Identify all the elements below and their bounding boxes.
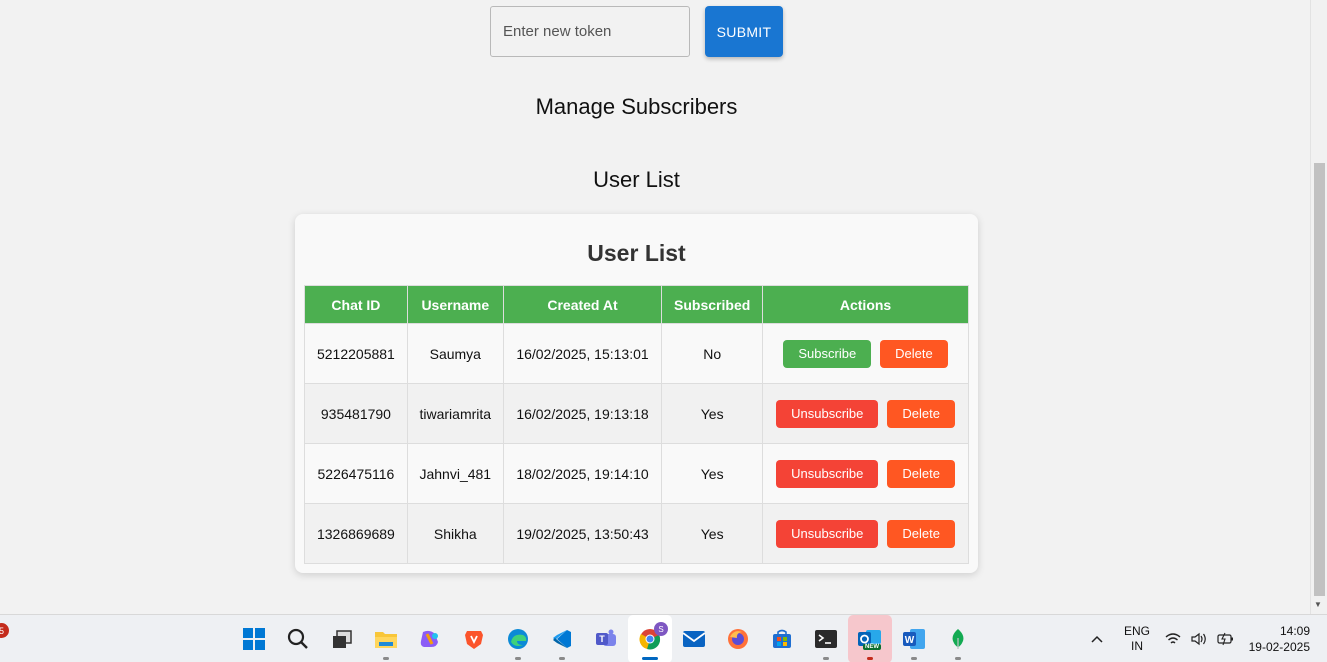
username-cell: Jahnvi_481 — [406, 443, 504, 504]
notification-badge: 5 — [0, 623, 9, 638]
table-row: 935481790 tiwariamrita 16/02/2025, 19:13… — [304, 383, 969, 444]
svg-text:W: W — [905, 635, 915, 646]
subscribed-cell: No — [661, 323, 764, 384]
created-at-cell: 16/02/2025, 19:13:18 — [502, 383, 663, 444]
table-row: 5212205881 Saumya 16/02/2025, 15:13:01 N… — [304, 323, 969, 384]
file-explorer-icon[interactable] — [364, 615, 408, 662]
windows-start-icon[interactable] — [232, 615, 276, 662]
running-indicator — [867, 657, 873, 660]
unsubscribe-button[interactable]: Unsubscribe — [776, 459, 879, 488]
chrome-profile-badge: S — [654, 622, 668, 636]
widgets-area[interactable]: 5 — [0, 615, 10, 662]
user-table: Chat ID Username Created At Subscribed A… — [304, 285, 969, 564]
unsubscribe-button[interactable]: Unsubscribe — [776, 519, 879, 548]
created-at-cell: 18/02/2025, 19:14:10 — [502, 443, 663, 504]
terminal-icon[interactable] — [804, 615, 848, 662]
volume-icon[interactable] — [1190, 632, 1208, 646]
actions-cell: Unsubscribe Delete — [762, 503, 969, 564]
username-cell: tiwariamrita — [406, 383, 504, 444]
running-indicator — [911, 657, 917, 660]
actions-cell: Subscribe Delete — [762, 323, 969, 384]
chat-id-cell: 5226475116 — [304, 443, 408, 504]
running-indicator — [823, 657, 829, 660]
edge-icon[interactable] — [496, 615, 540, 662]
browser-viewport: SUBMIT Manage Subscribers User List User… — [0, 0, 1310, 614]
table-row: 5226475116 Jahnvi_481 18/02/2025, 19:14:… — [304, 443, 969, 504]
mongodb-icon[interactable] — [936, 615, 980, 662]
firefox-icon[interactable] — [716, 615, 760, 662]
clock-date: 19-02-2025 — [1248, 640, 1310, 654]
user-list-heading: User List — [593, 167, 680, 192]
running-indicator — [515, 657, 521, 660]
chrome-icon[interactable]: S — [628, 615, 672, 662]
column-header-actions: Actions — [762, 285, 969, 324]
svg-text:T: T — [599, 634, 605, 644]
search-icon[interactable] — [276, 615, 320, 662]
running-indicator — [955, 657, 961, 660]
language-indicator[interactable]: ENG IN — [1124, 615, 1150, 662]
clock-time: 14:09 — [1279, 624, 1310, 638]
brave-icon[interactable] — [452, 615, 496, 662]
column-header-chat-id: Chat ID — [304, 285, 408, 324]
mail-icon[interactable] — [672, 615, 716, 662]
table-row: 1326869689 Shikha 19/02/2025, 13:50:43 Y… — [304, 503, 969, 564]
submit-button[interactable]: SUBMIT — [705, 6, 783, 57]
actions-cell: Unsubscribe Delete — [762, 383, 969, 444]
column-header-created-at: Created At — [502, 285, 663, 324]
scrollbar-thumb[interactable] — [1314, 163, 1325, 596]
region-code: IN — [1131, 639, 1143, 653]
delete-button[interactable]: Delete — [887, 459, 955, 488]
teams-icon[interactable]: T — [584, 615, 628, 662]
token-input[interactable] — [490, 6, 690, 57]
wifi-icon[interactable] — [1165, 632, 1181, 646]
column-header-username: Username — [406, 285, 504, 324]
card-title: User List — [587, 240, 686, 266]
unsubscribe-button[interactable]: Unsubscribe — [776, 399, 879, 428]
actions-cell: Unsubscribe Delete — [762, 443, 969, 504]
delete-button[interactable]: Delete — [887, 519, 955, 548]
username-cell: Saumya — [406, 323, 504, 384]
taskbar-apps: T S NEW W — [232, 615, 980, 662]
active-indicator — [642, 657, 658, 660]
manage-subscribers-heading: Manage Subscribers — [535, 94, 738, 119]
language-code: ENG — [1124, 624, 1151, 638]
created-at-cell: 19/02/2025, 13:50:43 — [502, 503, 663, 564]
outlook-icon[interactable]: NEW — [848, 615, 892, 662]
clock[interactable]: 14:09 19-02-2025 — [1240, 615, 1310, 662]
subscribed-cell: Yes — [661, 503, 764, 564]
subscribed-cell: Yes — [661, 383, 764, 444]
show-hidden-icons-chevron-icon[interactable] — [1090, 615, 1104, 662]
subscribed-cell: Yes — [661, 443, 764, 504]
chat-id-cell: 1326869689 — [304, 503, 408, 564]
battery-icon[interactable] — [1217, 632, 1235, 646]
vertical-scrollbar[interactable]: ▼ — [1310, 0, 1327, 614]
chat-id-cell: 5212205881 — [304, 323, 408, 384]
scroll-down-arrow-icon[interactable]: ▼ — [1314, 600, 1322, 609]
word-icon[interactable]: W — [892, 615, 936, 662]
task-view-icon[interactable] — [320, 615, 364, 662]
running-indicator — [559, 657, 565, 660]
column-header-subscribed: Subscribed — [661, 285, 764, 324]
delete-button[interactable]: Delete — [887, 399, 955, 428]
user-list-card: User List Chat ID Username Created At Su… — [295, 214, 978, 573]
created-at-cell: 16/02/2025, 15:13:01 — [502, 323, 663, 384]
vscode-icon[interactable] — [540, 615, 584, 662]
username-cell: Shikha — [406, 503, 504, 564]
windows-taskbar: 5 T S NEW W ENG IN 14:09 19-02-2025 — [0, 614, 1327, 662]
new-badge: NEW — [863, 644, 881, 650]
subscribe-button[interactable]: Subscribe — [783, 339, 872, 368]
copilot-icon[interactable] — [408, 615, 452, 662]
chat-id-cell: 935481790 — [304, 383, 408, 444]
store-icon[interactable] — [760, 615, 804, 662]
delete-button[interactable]: Delete — [880, 339, 948, 368]
token-form: SUBMIT — [490, 6, 783, 57]
running-indicator — [383, 657, 389, 660]
system-tray-icons[interactable] — [1165, 615, 1235, 662]
table-header-row: Chat ID Username Created At Subscribed A… — [304, 285, 969, 324]
